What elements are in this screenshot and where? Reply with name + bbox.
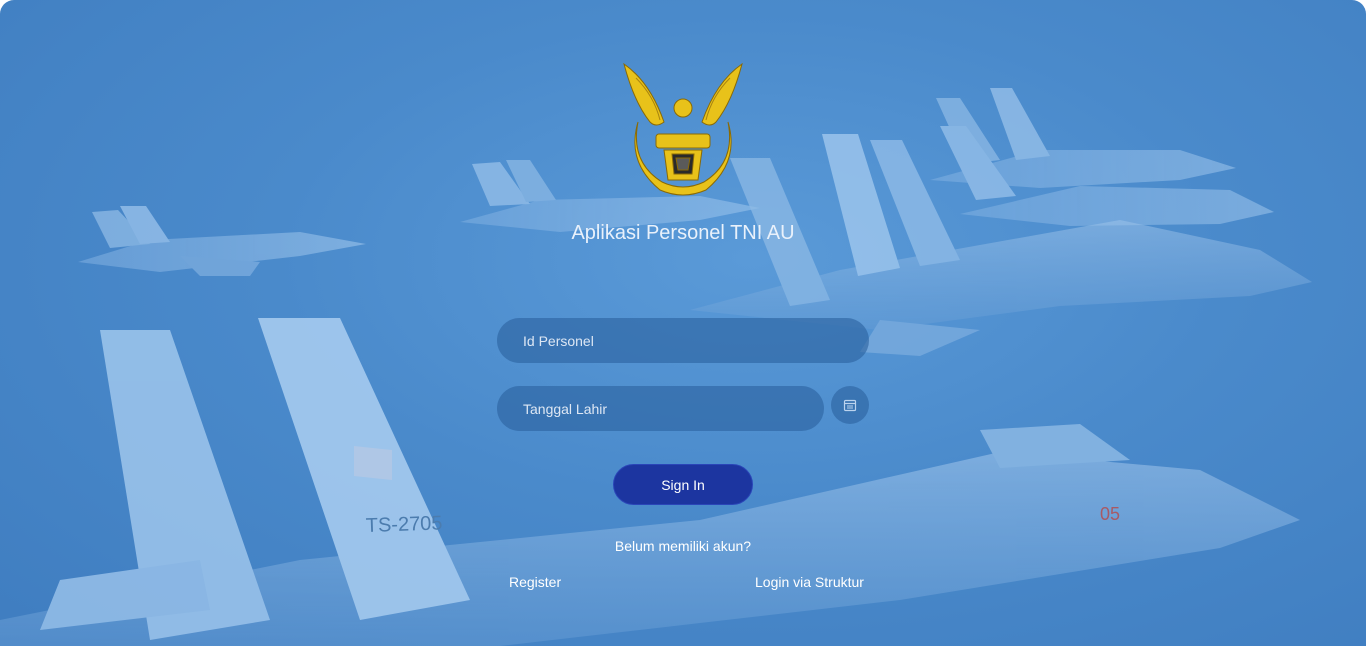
personel-id-field[interactable] xyxy=(497,318,869,363)
login-via-struktur-link[interactable]: Login via Struktur xyxy=(755,574,864,590)
personel-id-input[interactable] xyxy=(497,318,869,363)
no-account-text: Belum memiliki akun? xyxy=(614,538,752,554)
calendar-button[interactable] xyxy=(831,386,869,424)
sign-in-button[interactable]: Sign In xyxy=(613,464,753,505)
tni-au-emblem-icon xyxy=(623,62,743,196)
login-form-container: Aplikasi Personel TNI AU Sign In Belum m… xyxy=(0,0,1366,646)
birth-date-field[interactable] xyxy=(497,386,824,431)
birth-date-input[interactable] xyxy=(497,386,824,431)
app-title: Aplikasi Personel TNI AU xyxy=(571,222,795,244)
register-link[interactable]: Register xyxy=(509,574,561,590)
calendar-icon xyxy=(843,399,857,412)
login-page: TS-2705 05 Aplikasi Personel TNI AU Id P… xyxy=(0,0,1366,646)
